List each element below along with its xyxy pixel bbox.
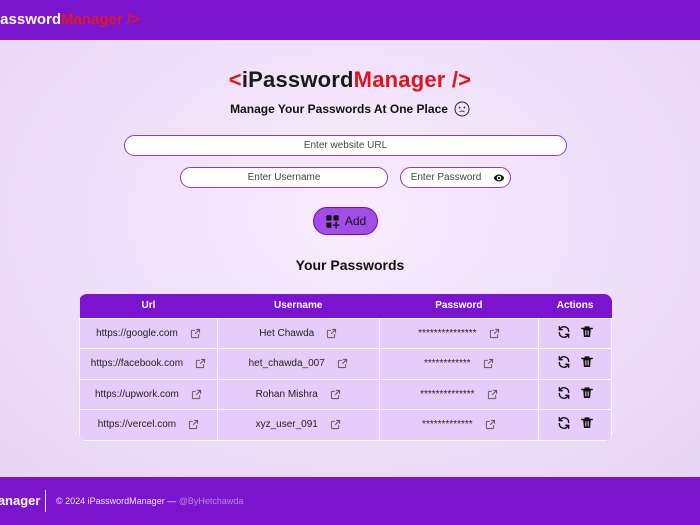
url-cell: https://facebook.com [79, 348, 218, 380]
add-grid-icon [326, 214, 340, 228]
table-row: https://facebook.com het_chawda_007 ******… [79, 348, 612, 380]
footer-brand: Manager [0, 493, 40, 508]
table-header-row: Url Username Password Actions [79, 294, 612, 318]
url-cell: https://upwork.com [79, 378, 218, 410]
add-button[interactable]: Add [313, 207, 378, 235]
password-cell: ************ [378, 348, 540, 380]
table-body: https://google.com Het Chawda ************… [79, 317, 612, 441]
copy-icon[interactable] [485, 419, 496, 430]
password-text: ************** [420, 388, 475, 400]
footer-divider [45, 490, 46, 512]
hero-title-part1: iPassword [241, 67, 354, 92]
actions-cell [538, 378, 612, 410]
smiley-icon [454, 101, 470, 117]
edit-refresh-icon[interactable] [557, 325, 571, 339]
eye-icon[interactable] [493, 172, 505, 184]
table-row: https://vercel.com xyz_user_091 **********… [79, 409, 612, 441]
url-text: https://google.com [96, 327, 178, 339]
header-actions: Actions [556, 300, 594, 312]
footer: Manager © 2024 iPasswordManager — @ByHet… [0, 477, 700, 525]
actions-cell [538, 317, 612, 349]
url-cell: https://google.com [79, 317, 218, 349]
copy-icon[interactable] [190, 328, 201, 339]
username-cell: Het Chawda [216, 317, 380, 349]
tagline-text: Manage Your Passwords At One Place [230, 102, 448, 116]
add-button-label: Add [344, 214, 367, 228]
trash-icon[interactable] [580, 355, 594, 369]
header-username: Username [274, 300, 323, 312]
edit-refresh-icon[interactable] [557, 386, 571, 400]
trash-icon[interactable] [580, 386, 594, 400]
password-cell: ************** [378, 378, 540, 410]
copy-icon[interactable] [330, 389, 341, 400]
header-password: Password [435, 300, 483, 312]
table-row: https://upwork.com Rohan Mishra **********… [79, 378, 612, 410]
hero-title-open: < [228, 67, 242, 92]
actions-cell [538, 409, 612, 441]
copy-icon[interactable] [337, 358, 348, 369]
url-text: https://facebook.com [90, 358, 184, 370]
header-url: Url [141, 300, 156, 312]
trash-icon[interactable] [580, 325, 594, 339]
username-cell: xyz_user_091 [216, 409, 380, 441]
hero-title: <iPasswordManager /> [0, 67, 700, 93]
copy-icon[interactable] [483, 358, 494, 369]
username-input[interactable] [180, 167, 388, 188]
main-content: <iPasswordManager /> Manage Your Passwor… [0, 40, 700, 477]
copy-icon[interactable] [188, 419, 199, 430]
password-cell: *************** [378, 317, 540, 349]
password-text: ************* [422, 419, 473, 431]
hero-title-part2: Manager /> [353, 67, 472, 92]
url-text: https://upwork.com [94, 388, 179, 400]
copy-icon[interactable] [191, 389, 202, 400]
footer-handle-link[interactable]: @ByHetchawda [179, 496, 244, 506]
username-text: Rohan Mishra [255, 388, 318, 400]
tagline: Manage Your Passwords At One Place [0, 101, 700, 117]
website-url-input[interactable] [124, 135, 567, 156]
username-text: het_chawda_007 [248, 358, 325, 370]
url-text: https://vercel.com [97, 419, 177, 431]
url-cell: https://vercel.com [79, 409, 218, 441]
copy-icon[interactable] [489, 328, 500, 339]
table-row: https://google.com Het Chawda ************… [79, 317, 612, 349]
username-text: Het Chawda [259, 327, 315, 339]
navbar-brand[interactable]: iPasswordManager /> [0, 11, 140, 28]
password-text: *************** [418, 327, 477, 339]
username-text: xyz_user_091 [255, 419, 318, 431]
copy-icon[interactable] [195, 358, 206, 369]
footer-brand-text: Manager [0, 493, 41, 508]
passwords-section-title: Your Passwords [295, 257, 405, 273]
password-cell: ************* [378, 409, 540, 441]
username-cell: het_chawda_007 [216, 348, 380, 380]
edit-refresh-icon[interactable] [557, 416, 571, 430]
copy-icon[interactable] [487, 389, 498, 400]
username-cell: Rohan Mishra [216, 378, 380, 410]
trash-icon[interactable] [580, 416, 594, 430]
edit-refresh-icon[interactable] [557, 355, 571, 369]
password-field [400, 167, 511, 188]
copy-icon[interactable] [326, 328, 337, 339]
footer-copyright: © 2024 iPasswordManager — @ByHetchawda [56, 496, 243, 506]
password-text: ************ [423, 358, 471, 370]
footer-copyright-text: © 2024 iPasswordManager — [56, 496, 179, 506]
passwords-table: Url Username Password Actions https://go… [79, 294, 612, 441]
password-input[interactable] [401, 168, 491, 187]
navbar-brand-part2: Manager /> [61, 11, 140, 28]
actions-cell [538, 348, 612, 380]
navbar-brand-part1: iPassword [0, 11, 62, 28]
copy-icon[interactable] [330, 419, 341, 430]
navbar: iPasswordManager /> [0, 0, 700, 40]
